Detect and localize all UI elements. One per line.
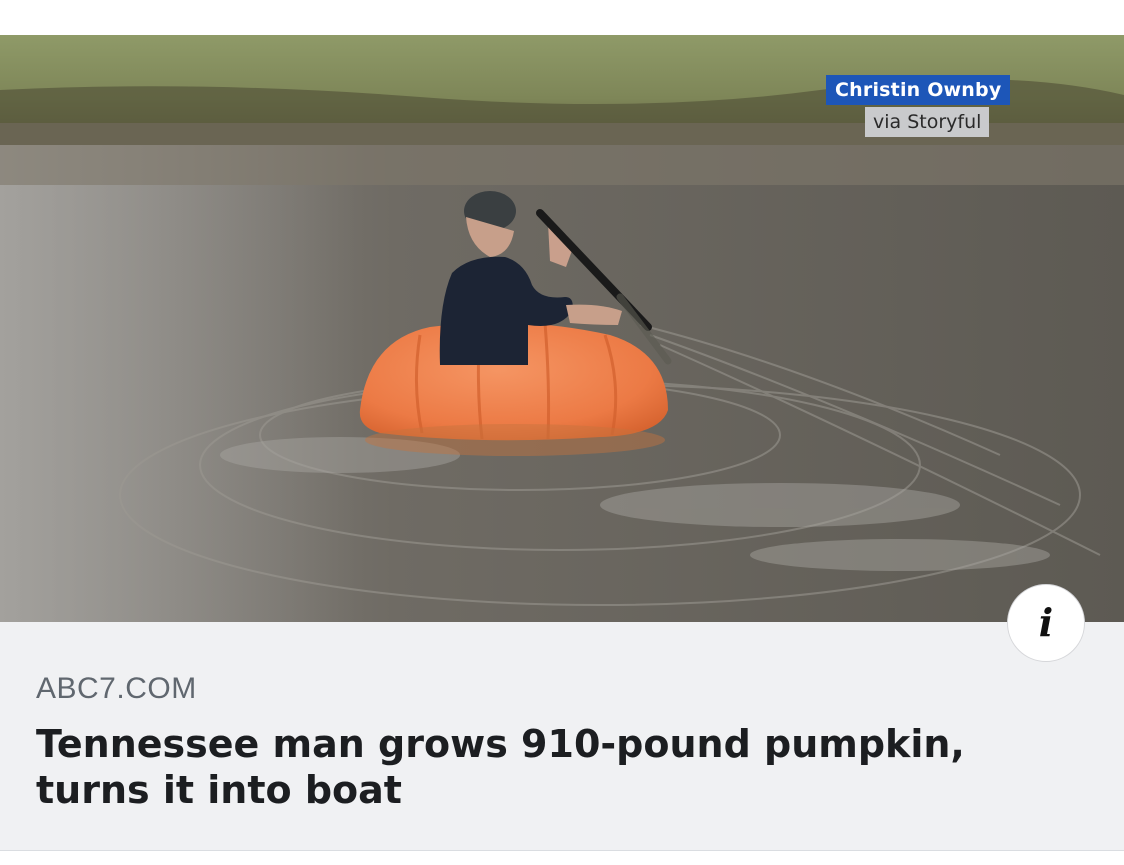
link-preview-card[interactable]: Christin Ownby via Storyful i ABC7.COM T… <box>0 35 1124 851</box>
link-domain: ABC7.COM <box>36 672 197 705</box>
link-meta: ABC7.COM Tennessee man grows 910-pound p… <box>36 633 1084 813</box>
photo-credit-name: Christin Ownby <box>826 75 1011 105</box>
info-button[interactable]: i <box>1007 584 1085 662</box>
photo-credit-source: via Storyful <box>865 107 990 137</box>
article-image[interactable]: Christin Ownby via Storyful <box>0 35 1124 622</box>
info-icon: i <box>1038 600 1054 645</box>
link-headline[interactable]: Tennessee man grows 910-pound pumpkin, t… <box>36 721 1084 813</box>
